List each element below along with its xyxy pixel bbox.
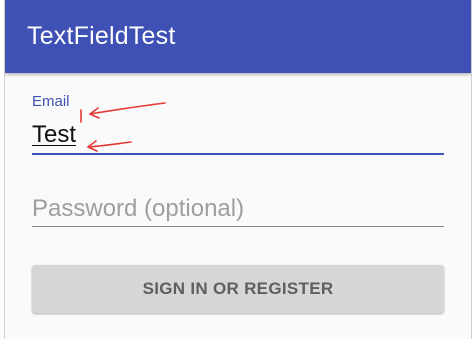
app-window: TextFieldTest Email Test Password (optio… [4,0,472,339]
email-field[interactable]: Test [32,121,76,149]
email-underline-focused [32,153,444,155]
email-floating-label: Email [32,93,70,110]
password-underline [32,226,444,227]
password-field[interactable]: Password (optional) [32,195,244,223]
app-title: TextFieldTest [27,22,176,50]
sign-in-register-button[interactable]: SIGN IN OR REGISTER [32,265,444,313]
app-bar: TextFieldTest [5,0,471,73]
